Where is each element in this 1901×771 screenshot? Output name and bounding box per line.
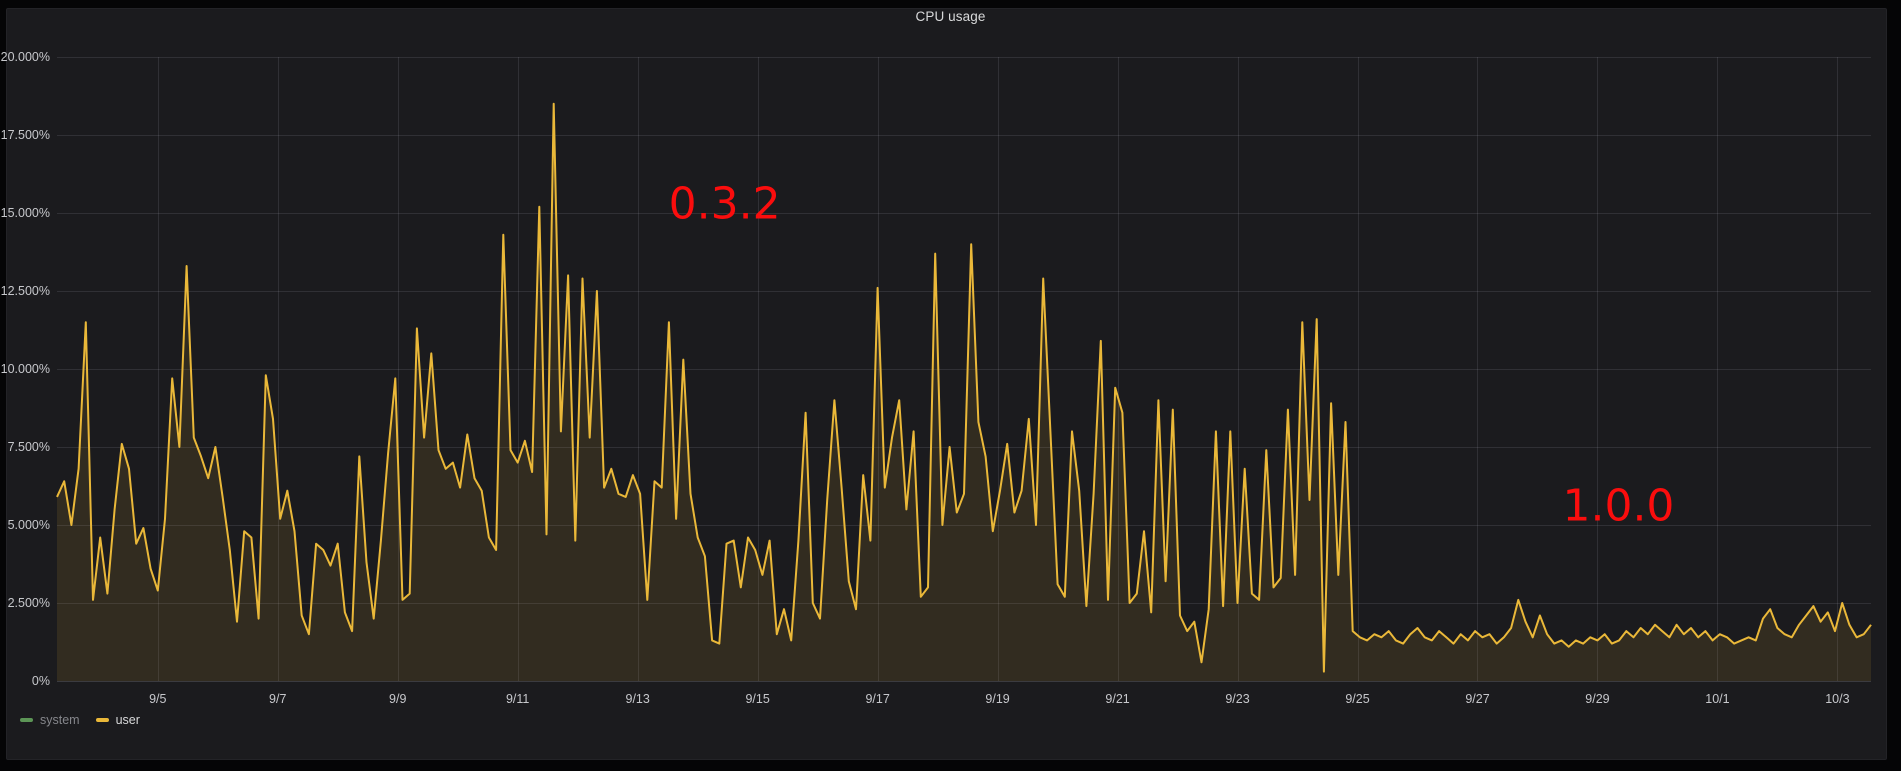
y-tick-label: 12.500% <box>0 284 50 298</box>
legend: system user <box>20 713 140 727</box>
user-series-line <box>57 104 1871 681</box>
legend-label-system: system <box>40 713 80 727</box>
x-tick-label: 9/9 <box>363 692 433 706</box>
legend-swatch-user <box>96 718 109 722</box>
grafana-panel-screenshot: CPU usage 0%2.500%5.000%7.500%10.000%12.… <box>0 0 1901 771</box>
x-tick-label: 9/13 <box>603 692 673 706</box>
y-tick-label: 15.000% <box>0 206 50 220</box>
y-tick-label: 17.500% <box>0 128 50 142</box>
x-tick-label: 10/3 <box>1802 692 1872 706</box>
user-series-fill <box>57 104 1871 681</box>
version-annotation: 1.0.0 <box>1562 481 1674 532</box>
legend-item-system[interactable]: system <box>20 713 80 727</box>
x-tick-label: 9/17 <box>843 692 913 706</box>
x-tick-label: 9/23 <box>1203 692 1273 706</box>
x-tick-label: 9/11 <box>483 692 553 706</box>
legend-item-user[interactable]: user <box>96 713 140 727</box>
y-tick-label: 5.000% <box>0 518 50 532</box>
cpu-usage-chart[interactable] <box>0 0 1901 771</box>
x-tick-label: 9/5 <box>123 692 193 706</box>
version-annotation: 0.3.2 <box>669 178 781 229</box>
y-tick-label: 10.000% <box>0 362 50 376</box>
x-tick-label: 10/1 <box>1682 692 1752 706</box>
y-tick-label: 20.000% <box>0 50 50 64</box>
legend-label-user: user <box>116 713 140 727</box>
x-tick-label: 9/19 <box>963 692 1033 706</box>
x-tick-label: 9/27 <box>1442 692 1512 706</box>
x-tick-label: 9/7 <box>243 692 313 706</box>
y-tick-label: 0% <box>0 674 50 688</box>
legend-swatch-system <box>20 718 33 722</box>
x-tick-label: 9/25 <box>1323 692 1393 706</box>
x-tick-label: 9/21 <box>1083 692 1153 706</box>
x-tick-label: 9/15 <box>723 692 793 706</box>
y-tick-label: 2.500% <box>0 596 50 610</box>
y-tick-label: 7.500% <box>0 440 50 454</box>
x-tick-label: 9/29 <box>1562 692 1632 706</box>
